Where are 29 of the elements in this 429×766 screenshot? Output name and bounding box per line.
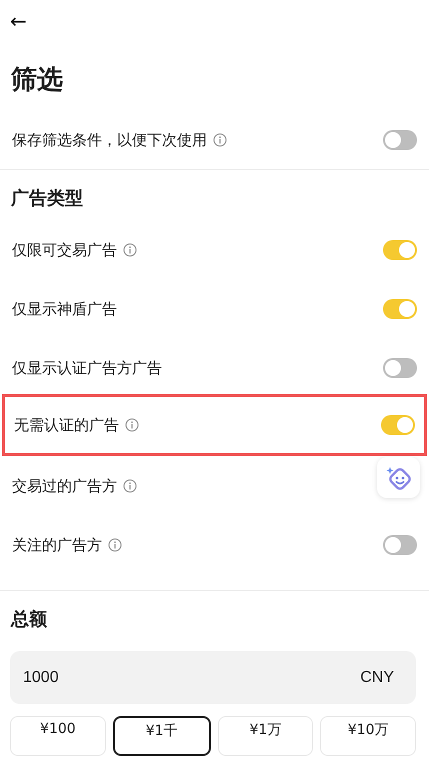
amount-chip[interactable]: ¥1万 (218, 716, 314, 756)
option-label: 仅显示神盾广告 (12, 298, 117, 318)
assistant-button[interactable] (377, 457, 420, 498)
info-icon[interactable] (123, 242, 137, 256)
page-title: 筛选 (11, 64, 64, 97)
toggle-switch[interactable] (383, 130, 417, 150)
option-label: 仅限可交易广告 (12, 240, 117, 260)
amount-field[interactable]: 1000 CNY (10, 651, 416, 704)
toggle-switch[interactable] (381, 415, 415, 435)
option-label: 无需认证的广告 (14, 415, 119, 435)
option-label: 仅显示认证广告方广告 (12, 358, 162, 378)
info-icon[interactable] (108, 538, 122, 552)
section-heading: 总额 (11, 608, 48, 632)
toggle-switch[interactable] (383, 534, 417, 554)
section-heading: 广告类型 (11, 187, 84, 211)
amount-chip[interactable]: ¥1千 (112, 716, 210, 756)
info-icon[interactable] (123, 478, 137, 492)
amount-chip[interactable]: ¥10万 (320, 716, 416, 756)
amount-chip[interactable]: ¥100 (10, 716, 106, 756)
info-icon[interactable] (213, 132, 227, 146)
option-label: 交易过的广告方 (12, 476, 117, 496)
info-icon[interactable] (125, 418, 139, 432)
toggle-switch[interactable] (383, 358, 417, 378)
option-label: 保存筛选条件，以便下次使用 (12, 130, 207, 150)
toggle-switch[interactable] (383, 240, 417, 260)
back-button[interactable]: ← (8, 8, 29, 34)
option-label: 关注的广告方 (12, 534, 102, 554)
toggle-switch[interactable] (383, 298, 417, 318)
currency-label: CNY (360, 668, 394, 686)
